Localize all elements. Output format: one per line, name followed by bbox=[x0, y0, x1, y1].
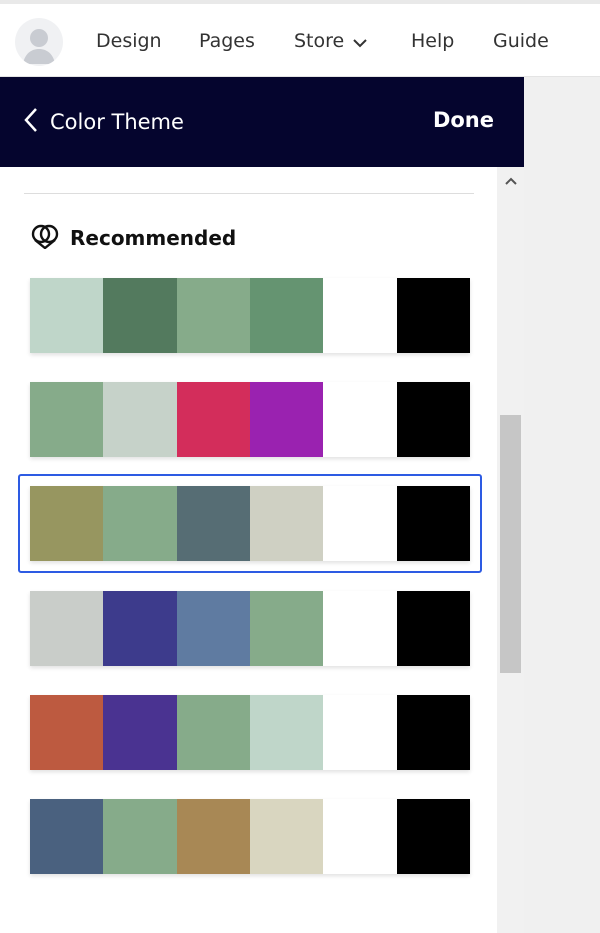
color-swatch bbox=[103, 486, 177, 561]
color-swatch bbox=[103, 695, 177, 770]
color-palette-option[interactable] bbox=[30, 799, 470, 874]
avatar[interactable] bbox=[15, 18, 63, 66]
color-swatch bbox=[396, 382, 470, 457]
color-swatch bbox=[249, 695, 324, 770]
color-swatch bbox=[249, 486, 324, 561]
back-button[interactable]: Color Theme bbox=[24, 107, 184, 137]
scroll-up-arrow[interactable] bbox=[497, 171, 524, 191]
heart-badge-icon bbox=[30, 223, 60, 253]
color-swatch bbox=[103, 591, 177, 666]
color-swatch bbox=[249, 591, 324, 666]
done-button[interactable]: Done bbox=[433, 108, 494, 132]
nav-item-store[interactable]: Store bbox=[294, 28, 368, 55]
nav-item-label: Design bbox=[96, 30, 162, 52]
color-swatch bbox=[176, 799, 250, 874]
color-swatch bbox=[323, 486, 397, 561]
color-swatch bbox=[30, 278, 104, 353]
color-swatch bbox=[249, 382, 324, 457]
color-theme-panel: Recommended bbox=[0, 167, 524, 933]
color-swatch bbox=[323, 591, 397, 666]
scrollbar[interactable] bbox=[497, 167, 524, 933]
color-swatch bbox=[323, 382, 397, 457]
color-swatch bbox=[176, 486, 250, 561]
color-swatch bbox=[103, 382, 177, 457]
nav-item-guide[interactable]: Guide bbox=[493, 28, 549, 54]
color-swatch bbox=[30, 695, 104, 770]
color-swatch bbox=[396, 799, 470, 874]
color-swatch bbox=[30, 382, 104, 457]
color-swatch bbox=[176, 278, 250, 353]
color-swatch bbox=[176, 695, 250, 770]
top-navigation: Design Pages Store Help Guide bbox=[0, 4, 600, 77]
nav-item-label: Pages bbox=[199, 30, 255, 52]
color-swatch bbox=[249, 278, 324, 353]
color-swatch bbox=[396, 591, 470, 666]
nav-item-label: Help bbox=[411, 30, 455, 52]
panel-title: Color Theme bbox=[50, 110, 184, 134]
divider bbox=[24, 193, 474, 194]
section-header: Recommended bbox=[30, 223, 236, 253]
color-swatch bbox=[103, 278, 177, 353]
chevron-left-icon bbox=[24, 107, 38, 137]
nav-item-label: Store bbox=[294, 30, 345, 52]
color-swatch bbox=[396, 695, 470, 770]
color-swatch bbox=[396, 278, 470, 353]
color-swatch bbox=[323, 799, 397, 874]
panel-header: Color Theme Done bbox=[0, 77, 524, 167]
chevron-down-icon bbox=[352, 29, 368, 55]
nav-item-help[interactable]: Help bbox=[411, 28, 454, 54]
color-swatch bbox=[249, 799, 324, 874]
color-palette-option[interactable] bbox=[30, 278, 470, 353]
color-swatch bbox=[176, 591, 250, 666]
color-palette-option[interactable] bbox=[30, 695, 470, 770]
section-title: Recommended bbox=[70, 226, 237, 250]
scroll-thumb[interactable] bbox=[500, 415, 521, 673]
nav-item-design[interactable]: Design bbox=[96, 28, 162, 54]
chevron-up-icon bbox=[504, 177, 517, 185]
color-swatch bbox=[323, 695, 397, 770]
color-swatch bbox=[30, 799, 104, 874]
color-palette-option[interactable] bbox=[18, 474, 482, 573]
color-swatch bbox=[30, 591, 104, 666]
color-swatch bbox=[176, 382, 250, 457]
color-swatch bbox=[30, 486, 104, 561]
color-palette-option[interactable] bbox=[30, 382, 470, 457]
color-swatch bbox=[103, 799, 177, 874]
nav-item-pages[interactable]: Pages bbox=[199, 28, 255, 54]
color-palette-option[interactable] bbox=[30, 591, 470, 666]
nav-item-label: Guide bbox=[493, 30, 549, 52]
user-silhouette-icon bbox=[23, 29, 55, 64]
color-swatch bbox=[323, 278, 397, 353]
color-swatch bbox=[396, 486, 470, 561]
canvas-area bbox=[524, 77, 600, 933]
